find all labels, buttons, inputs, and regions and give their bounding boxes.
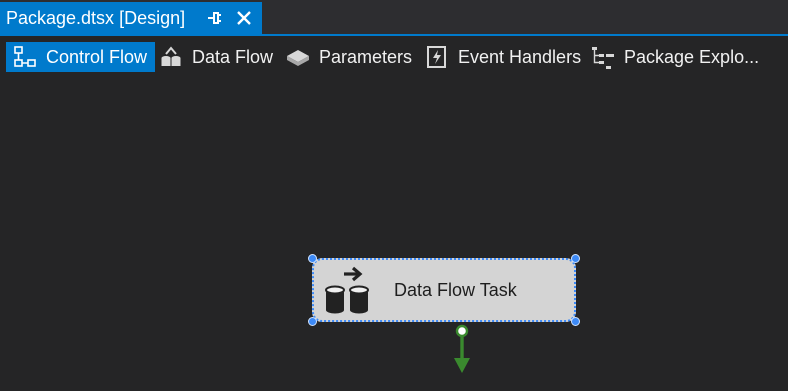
selection-handle-bottom-right[interactable]	[571, 317, 580, 326]
tab-control-flow[interactable]: Control Flow	[6, 42, 156, 72]
data-flow-task-icon	[325, 266, 369, 314]
document-tab[interactable]: Package.dtsx [Design]	[0, 2, 262, 34]
selection-handle-top-left[interactable]	[308, 254, 317, 263]
tab-event-handlers-label: Event Handlers	[458, 46, 582, 67]
document-tab-strip: Package.dtsx [Design]	[0, 0, 788, 36]
package-explorer-icon	[592, 47, 614, 69]
green-arrow-icon[interactable]	[451, 324, 473, 376]
close-icon[interactable]	[234, 8, 254, 28]
tab-data-flow[interactable]: Data Flow	[158, 42, 273, 72]
tab-data-flow-label: Data Flow	[192, 46, 274, 67]
tab-parameters-label: Parameters	[319, 46, 413, 67]
parameters-icon	[287, 50, 309, 66]
designer-tabs: Control Flow Data Flow Parameters Event …	[0, 36, 788, 78]
event-handlers-icon	[427, 46, 446, 68]
tab-event-handlers[interactable]: Event Handlers	[424, 42, 581, 72]
data-flow-task-label: Data Flow Task	[394, 279, 517, 300]
tab-package-explorer[interactable]: Package Explo...	[590, 42, 759, 72]
tab-control-flow-label: Control Flow	[46, 46, 148, 67]
tab-package-explorer-label: Package Explo...	[624, 46, 760, 67]
selection-handle-bottom-left[interactable]	[308, 317, 317, 326]
document-tab-title: Package.dtsx [Design]	[6, 7, 186, 28]
selection-handle-top-right[interactable]	[571, 254, 580, 263]
control-flow-canvas[interactable]: Data Flow Task	[0, 78, 788, 391]
data-flow-task[interactable]: Data Flow Task	[312, 258, 576, 322]
pin-icon[interactable]	[205, 8, 223, 28]
tab-parameters[interactable]: Parameters	[285, 42, 412, 72]
data-flow-icon	[161, 46, 181, 66]
control-flow-icon	[14, 46, 36, 67]
